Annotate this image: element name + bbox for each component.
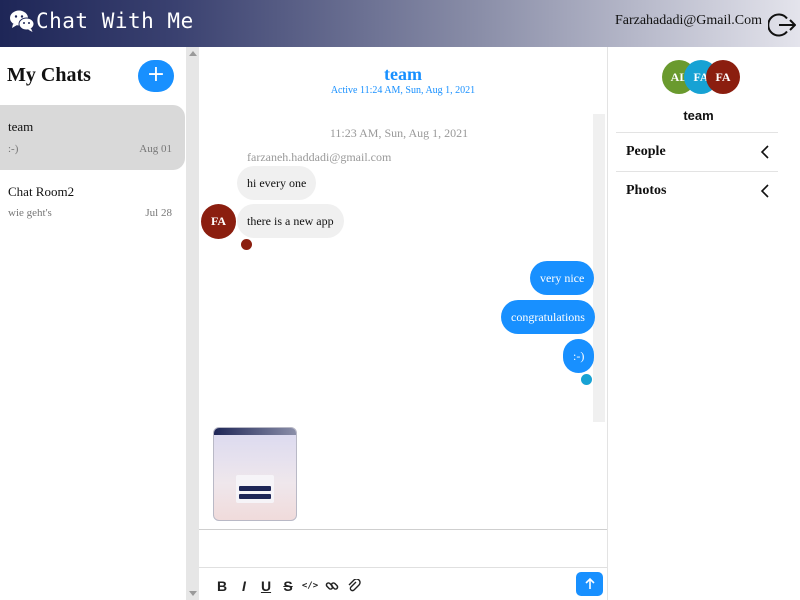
link-glyph bbox=[325, 582, 339, 590]
message-outgoing: :-) bbox=[563, 339, 595, 373]
chat-date: Aug 01 bbox=[139, 143, 172, 155]
read-receipt-dot bbox=[581, 374, 592, 385]
thumbnail-card bbox=[236, 475, 274, 503]
underline-icon[interactable]: U bbox=[255, 576, 277, 596]
sidebar-scrollbar[interactable] bbox=[186, 47, 199, 600]
chat-card-team[interactable]: team :-) Aug 01 bbox=[0, 105, 185, 170]
section-label: People bbox=[626, 144, 666, 159]
wechat-icon bbox=[10, 10, 35, 32]
scroll-up-icon[interactable] bbox=[189, 51, 197, 56]
strikethrough-icon[interactable]: S bbox=[277, 576, 299, 596]
brand-title: Chat With Me bbox=[36, 9, 194, 33]
chat-card-chat-room2[interactable]: Chat Room2 wie geht's Jul 28 bbox=[0, 171, 185, 236]
strikethrough-glyph: S bbox=[283, 578, 293, 594]
sender-avatar: FA bbox=[201, 204, 236, 239]
send-button[interactable] bbox=[576, 572, 603, 596]
scroll-down-icon[interactable] bbox=[189, 591, 197, 596]
group-name: team bbox=[683, 108, 714, 123]
message-timestamp: 11:23 AM, Sun, Aug 1, 2021 bbox=[329, 126, 469, 140]
thumbnail-button bbox=[239, 486, 271, 491]
format-toolbar: B I U S </> bbox=[211, 576, 365, 596]
chevron-left-icon bbox=[760, 145, 769, 159]
logout-icon[interactable] bbox=[768, 11, 796, 39]
new-chat-button[interactable]: + bbox=[138, 60, 174, 92]
chat-name: Chat Room2 bbox=[8, 184, 75, 199]
thumbnail-button bbox=[239, 494, 271, 499]
underline-glyph: U bbox=[260, 578, 272, 594]
thumbnail-header bbox=[214, 428, 296, 435]
composer-divider bbox=[199, 567, 607, 568]
chat-list-sidebar: My Chats + team :-) Aug 01 Chat Room2 wi… bbox=[0, 47, 186, 600]
link-icon[interactable] bbox=[321, 576, 343, 596]
code-icon[interactable]: </> bbox=[299, 576, 321, 596]
image-attachment-thumbnail[interactable] bbox=[213, 427, 297, 521]
section-label: Photos bbox=[626, 183, 667, 198]
message-outgoing: very nice bbox=[530, 261, 595, 295]
sidebar-title: My Chats bbox=[7, 64, 91, 86]
chat-title: team bbox=[384, 64, 422, 84]
read-receipt-dot bbox=[241, 239, 252, 250]
brand: Chat With Me bbox=[9, 9, 194, 33]
message-outgoing: congratulations bbox=[501, 300, 595, 334]
chat-name: team bbox=[8, 119, 34, 134]
paperclip-glyph bbox=[348, 579, 361, 592]
user-email: Farzahadadi@Gmail.Com bbox=[614, 13, 762, 28]
chat-panel: team Active 11:24 AM, Sun, Aug 1, 2021 1… bbox=[199, 47, 607, 600]
paperclip-icon[interactable] bbox=[343, 576, 365, 596]
messages-scrollbar[interactable] bbox=[593, 114, 605, 422]
chat-status: Active 11:24 AM, Sun, Aug 1, 2021 bbox=[330, 85, 476, 96]
chat-preview: :-) bbox=[8, 143, 19, 155]
top-bar: Chat With Me Farzahadadi@Gmail.Com bbox=[0, 0, 800, 47]
bold-icon[interactable]: B bbox=[211, 576, 233, 596]
chat-date: Jul 28 bbox=[145, 207, 172, 219]
bold-glyph: B bbox=[216, 578, 228, 594]
italic-icon[interactable]: I bbox=[233, 576, 255, 596]
code-glyph: </> bbox=[301, 581, 319, 591]
photos-section[interactable]: Photos bbox=[616, 171, 778, 210]
message-incoming: there is a new app bbox=[237, 204, 344, 238]
message-input[interactable] bbox=[201, 530, 605, 567]
people-section[interactable]: People bbox=[616, 132, 778, 171]
italic-glyph: I bbox=[242, 578, 246, 594]
member-avatar: FA bbox=[706, 60, 740, 94]
chat-details-panel: AL FA FA team People Photos bbox=[607, 47, 800, 600]
sender-email: farzaneh.haddadi@gmail.com bbox=[247, 150, 392, 164]
chevron-left-icon bbox=[760, 184, 769, 198]
chat-preview: wie geht's bbox=[8, 207, 52, 219]
message-incoming: hi every one bbox=[237, 166, 317, 200]
arrow-up-icon bbox=[584, 577, 595, 589]
